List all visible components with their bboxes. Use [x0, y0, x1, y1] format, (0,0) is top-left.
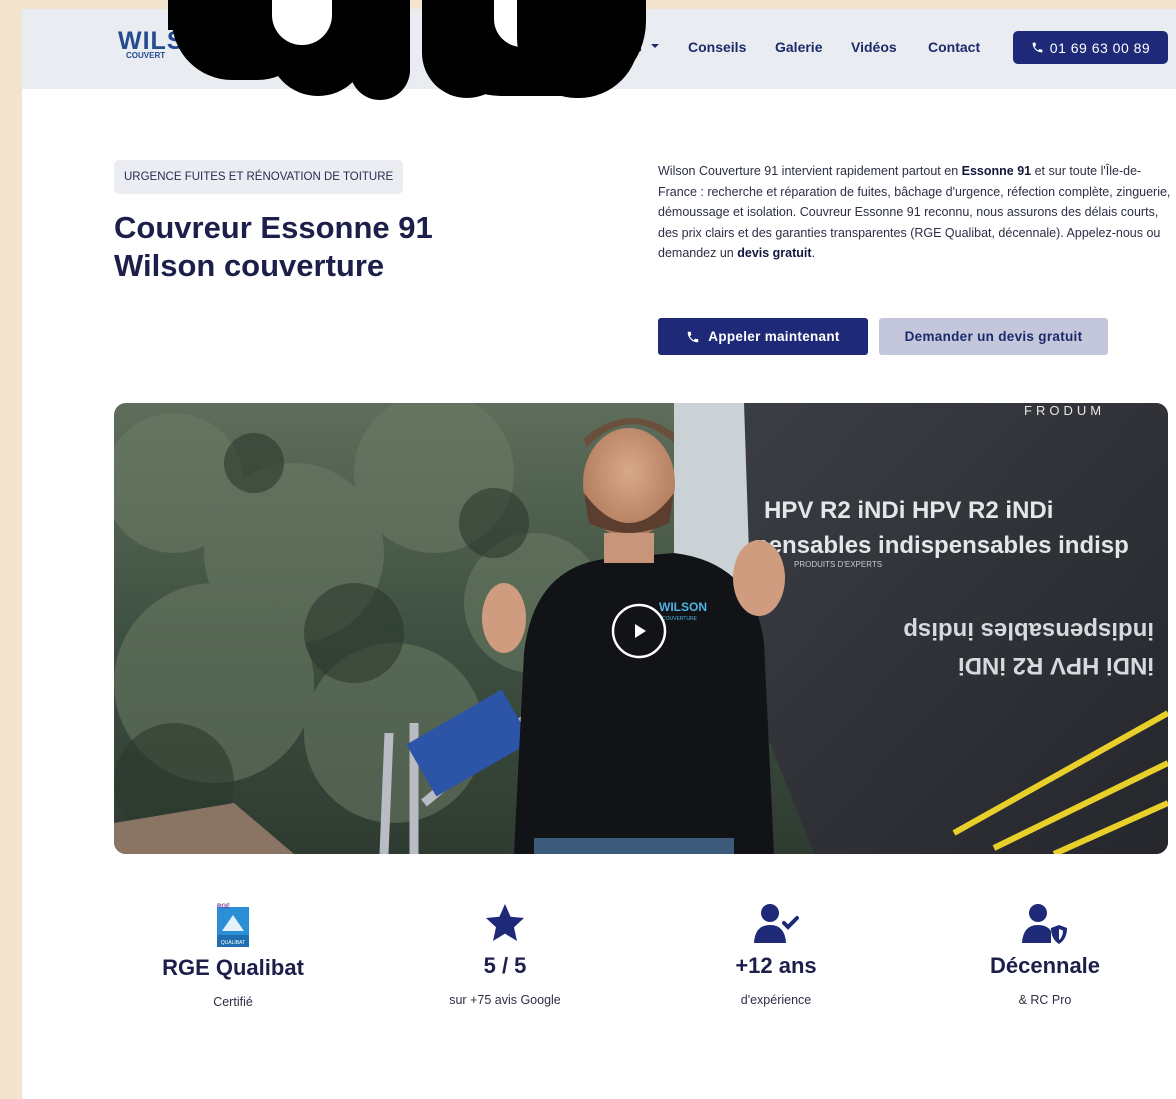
title-line-2: Wilson couverture	[114, 248, 385, 283]
chevron-down-icon[interactable]	[649, 40, 661, 52]
badge-rge: RGE	[217, 904, 230, 910]
feature-experience: +12 ans d'expérience	[676, 899, 876, 1007]
feature-title: Décennale	[989, 953, 1101, 978]
page: WILS COUVERT cueil s Conseils Galerie Vi…	[22, 0, 1176, 1099]
desc-text-1: Wilson Couverture 91 intervient rapideme…	[658, 164, 962, 178]
phone-call-button[interactable]: 01 69 63 00 89	[1013, 31, 1168, 64]
desc-bold-2: devis gratuit	[737, 246, 812, 260]
star-icon	[486, 904, 524, 941]
feature-subtitle: d'expérience	[740, 993, 812, 1007]
banner-row-2: pensables indispensables indisp	[754, 532, 1129, 559]
banner-brand: FRODUM	[1024, 403, 1105, 418]
feature-rating: 5 / 5 sur +75 avis Google	[405, 899, 605, 1007]
feature-rge-qualibat: QUALIBAT RGE RGE Qualibat Certifié	[133, 901, 333, 1009]
banner-row-1: HPV R2 iNDi HPV R2 iNDi	[764, 497, 1053, 524]
feature-subtitle: Certifié	[213, 995, 253, 1009]
video-player[interactable]: FRODUM HPV R2 iNDi HPV R2 iNDi pensables…	[114, 403, 1168, 854]
title-line-1: Couvreur Essonne 91	[114, 210, 433, 245]
qualibat-badge-icon: QUALIBAT RGE	[217, 904, 249, 947]
logo-subtitle: COUVERT	[126, 51, 166, 60]
phone-icon	[688, 331, 699, 342]
nav-link-videos[interactable]: Vidéos	[851, 39, 897, 55]
feature-subtitle: sur +75 avis Google	[449, 993, 561, 1007]
user-check-icon	[754, 904, 799, 943]
svg-text:iNDi HPV R2 iNDi: iNDi HPV R2 iNDi	[958, 652, 1154, 679]
feature-subtitle: & RC Pro	[1018, 993, 1072, 1007]
user-shield-icon	[1022, 904, 1067, 944]
play-button-icon[interactable]	[604, 603, 674, 659]
hero-description: Wilson Couverture 91 intervient rapideme…	[658, 161, 1174, 264]
call-now-label: Appeler maintenant	[708, 329, 840, 344]
nav-link-contact[interactable]: Contact	[928, 39, 980, 55]
call-now-button[interactable]: Appeler maintenant	[658, 318, 868, 355]
feature-insurance: Décennale & RC Pro	[945, 899, 1145, 1007]
feature-title: RGE Qualibat	[162, 955, 304, 980]
badge-label: QUALIBAT	[221, 940, 245, 946]
phone-icon	[1032, 42, 1043, 53]
hero-tag: URGENCE FUITES ET RÉNOVATION DE TOITURE	[114, 160, 404, 194]
phone-number: 01 69 63 00 89	[1049, 39, 1151, 56]
desc-text-3: .	[811, 246, 816, 260]
desc-text-2: et sur toute l'Île-de-France : recherche…	[658, 164, 1171, 260]
svg-text:indispensables indisp: indispensables indisp	[903, 617, 1154, 644]
desc-bold-1: Essonne 91	[961, 164, 1032, 178]
nav-link-conseils[interactable]: Conseils	[688, 39, 746, 55]
banner-row-3: PRODUITS D'EXPERTS	[794, 560, 882, 569]
feature-title: 5 / 5	[483, 953, 527, 978]
free-quote-button[interactable]: Demander un devis gratuit	[879, 318, 1108, 355]
page-title: Couvreur Essonne 91 Wilson couverture	[114, 209, 574, 285]
nav-link-galerie[interactable]: Galerie	[775, 39, 822, 55]
feature-title: +12 ans	[735, 953, 817, 978]
